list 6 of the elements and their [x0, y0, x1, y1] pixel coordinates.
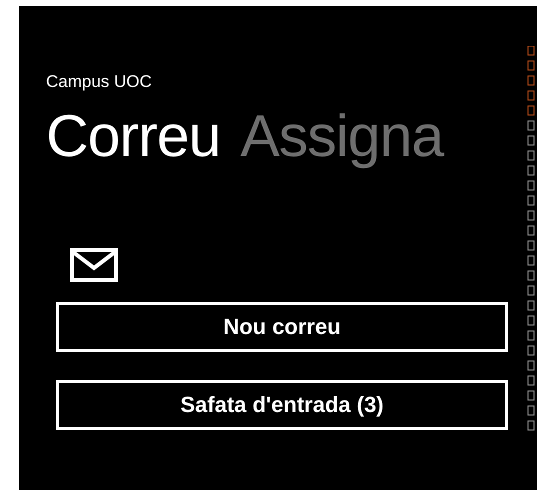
menu-button[interactable]: Safata d'entrada (3): [56, 380, 508, 430]
envelope-icon: [70, 248, 118, 282]
pivot-header[interactable]: Correu: [46, 100, 220, 172]
menu-button[interactable]: Nou correu: [56, 302, 508, 352]
app-title: Campus UOC: [46, 72, 153, 92]
pivot-header[interactable]: Assigna: [240, 100, 444, 172]
